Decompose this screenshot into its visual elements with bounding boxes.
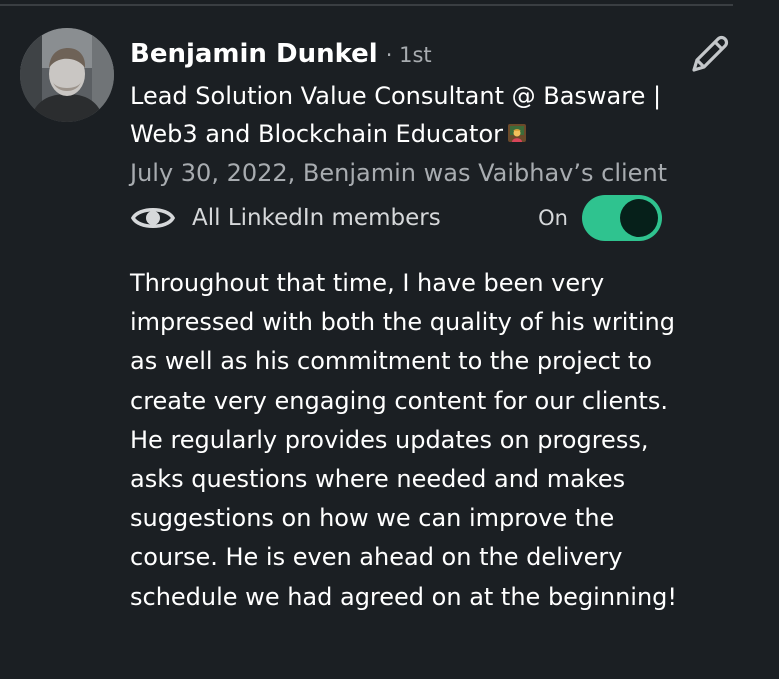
recommendation-meta: July 30, 2022, Benjamin was Vaibhav’s cl… (130, 159, 668, 187)
avatar[interactable] (20, 28, 114, 122)
teacher-emoji-icon (508, 124, 527, 142)
pencil-icon[interactable] (688, 32, 732, 76)
author-name[interactable]: Benjamin Dunkel (130, 36, 378, 72)
recommendation-body: Throughout that time, I have been very i… (130, 269, 678, 611)
recommendation-header: Benjamin Dunkel · 1st Lead Solution Valu… (130, 36, 690, 190)
eye-icon (130, 207, 176, 229)
toggle-knob (620, 199, 658, 237)
name-row: Benjamin Dunkel · 1st (130, 36, 690, 73)
visibility-toggle[interactable] (582, 195, 662, 241)
top-divider (0, 4, 733, 6)
headline-text: Lead Solution Value Consultant @ Basware… (130, 82, 662, 148)
author-headline: Lead Solution Value Consultant @ Basware… (130, 77, 690, 153)
connection-degree: · 1st (385, 43, 432, 67)
visibility-row: All LinkedIn members On (130, 195, 662, 241)
visibility-label: All LinkedIn members (192, 205, 441, 231)
toggle-state-label: On (538, 206, 568, 230)
